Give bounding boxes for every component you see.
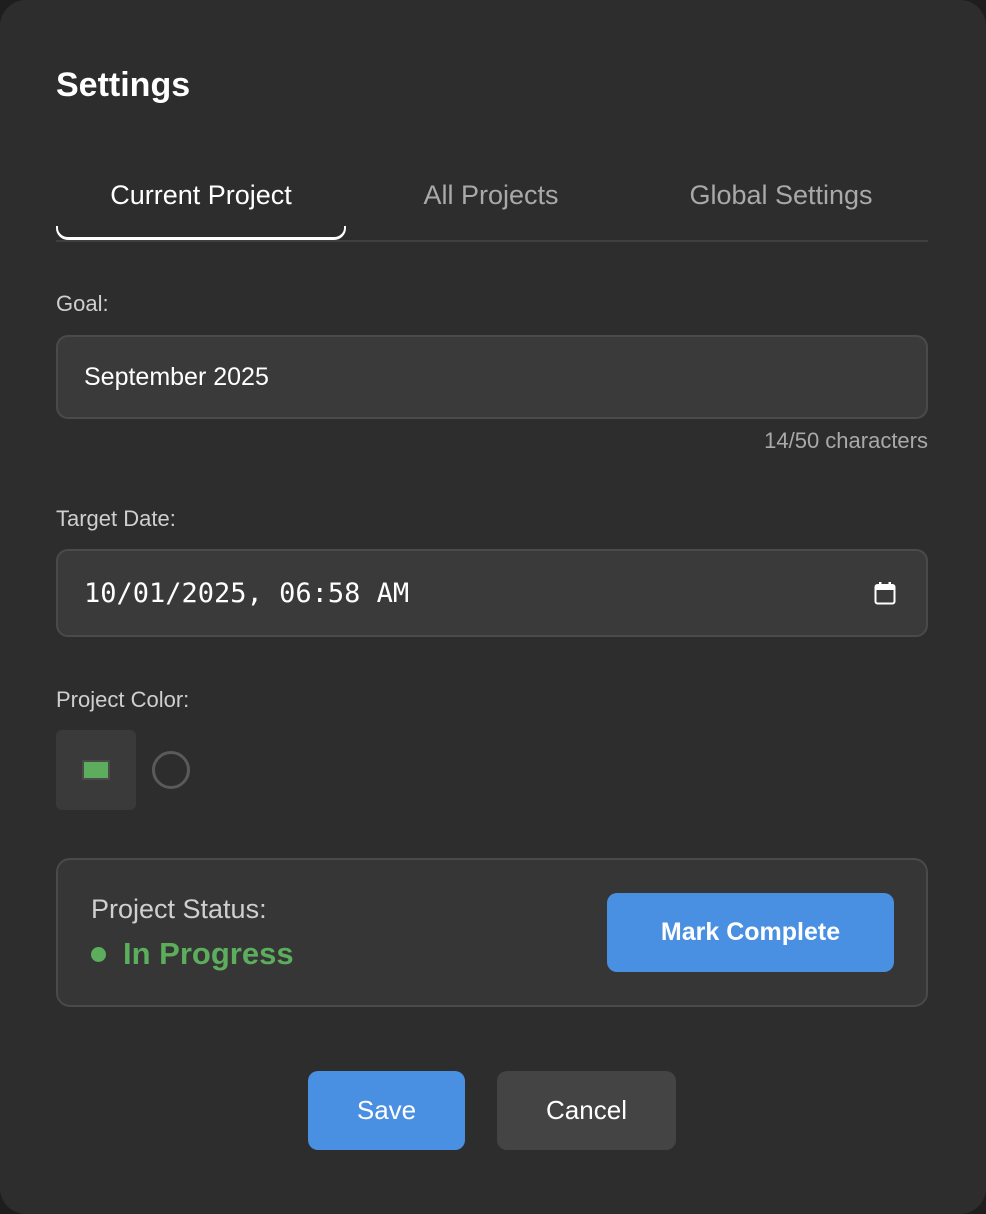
calendar-icon[interactable] [874,581,896,605]
status-indicator: In Progress [91,936,294,972]
tab-current-project[interactable]: Current Project [56,160,346,240]
status-dot-icon [91,946,106,962]
mark-complete-button[interactable]: Mark Complete [607,893,894,972]
project-color-label: Project Color: [56,687,190,712]
target-date-value: 10/01/2025, 06:58 AM [84,577,410,609]
tab-all-projects[interactable]: All Projects [346,160,636,230]
target-date-label: Target Date: [56,506,176,531]
color-picker-button[interactable] [56,730,136,810]
cancel-button[interactable]: Cancel [497,1071,676,1150]
dialog-title: Settings [56,66,191,104]
project-status-panel: Project Status: In Progress Mark Complet… [56,858,928,1007]
goal-input[interactable]: September 2025 [56,335,928,419]
color-option-circle[interactable] [152,751,190,789]
project-status-label: Project Status: [91,894,267,924]
goal-input-value: September 2025 [84,362,269,391]
status-value: In Progress [123,936,294,971]
character-counter: 14/50 characters [764,428,928,453]
settings-tabs: Current Project All Projects Global Sett… [56,160,928,242]
goal-label: Goal: [56,291,109,316]
settings-dialog: Settings Current Project All Projects Gl… [0,0,986,1214]
save-button[interactable]: Save [308,1071,465,1150]
tab-global-settings[interactable]: Global Settings [636,160,926,230]
target-date-input[interactable]: 10/01/2025, 06:58 AM [56,549,928,637]
color-swatch [82,760,110,780]
